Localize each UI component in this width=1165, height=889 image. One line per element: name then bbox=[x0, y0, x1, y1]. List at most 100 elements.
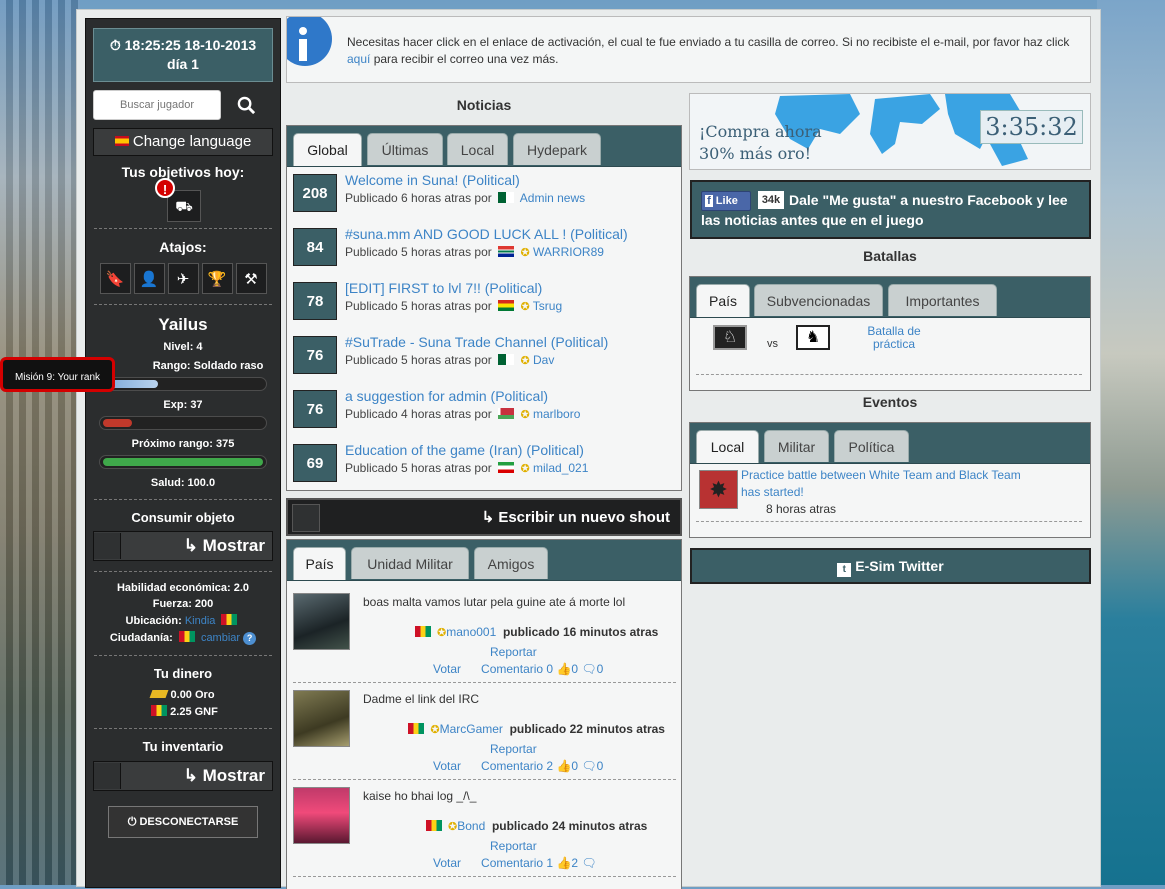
search-input[interactable] bbox=[93, 90, 221, 120]
news-published: Publicado 5 horas atras por bbox=[345, 245, 492, 259]
tab-friends[interactable]: Amigos bbox=[474, 547, 548, 579]
speech-bubble-icon[interactable]: 🗨 bbox=[581, 662, 596, 676]
star-icon: ✪ bbox=[448, 821, 458, 833]
news-author-link[interactable]: Dav bbox=[533, 353, 554, 367]
tab-latest[interactable]: Últimas bbox=[367, 133, 443, 165]
news-title-link[interactable]: Education of the game (Iran) (Political) bbox=[345, 442, 584, 458]
news-title-link[interactable]: #suna.mm AND GOOD LUCK ALL ! (Political) bbox=[345, 226, 628, 242]
notice-text: Necesitas hacer click en el enlace de ac… bbox=[347, 34, 1087, 68]
divider bbox=[293, 876, 676, 877]
tab-events-local[interactable]: Local bbox=[696, 430, 759, 463]
change-citizenship-link[interactable]: cambiar bbox=[201, 632, 240, 644]
consume-show-button[interactable]: ↳ Mostrar bbox=[93, 531, 273, 561]
avatar[interactable] bbox=[293, 787, 350, 844]
comment-link[interactable]: Comentario 2 bbox=[481, 759, 553, 773]
objectives-title: Tus objetivos hoy: bbox=[121, 164, 245, 180]
star-icon: ✪ bbox=[520, 247, 530, 259]
bookmark-icon[interactable]: 🔖 bbox=[99, 263, 131, 294]
write-shout-label: Escribir un nuevo shout bbox=[498, 509, 670, 526]
player-exp: Exp: 37 bbox=[163, 399, 203, 411]
shout-message: kaise ho bhai log _/\_ bbox=[363, 789, 477, 803]
user-add-icon[interactable]: 👤 bbox=[133, 263, 165, 294]
tab-events-military[interactable]: Militar bbox=[764, 430, 829, 462]
shout-author-link[interactable]: Bond bbox=[457, 819, 485, 833]
thumbs-up-icon[interactable]: 👍 bbox=[556, 856, 571, 870]
report-link[interactable]: Reportar bbox=[490, 839, 537, 853]
comment-link[interactable]: Comentario 0 bbox=[481, 662, 553, 676]
divider bbox=[94, 304, 272, 305]
news-author-link[interactable]: marlboro bbox=[533, 407, 580, 421]
player-name[interactable]: Yailus bbox=[86, 315, 280, 335]
news-title-link[interactable]: Welcome in Suna! (Political) bbox=[345, 172, 520, 188]
news-meta: Publicado 4 horas atras por ✪ marlboro bbox=[345, 407, 580, 421]
tools-icon[interactable]: ⚒ bbox=[235, 263, 267, 294]
thumbs-up-icon[interactable]: 👍 bbox=[556, 759, 571, 773]
tab-events-politics[interactable]: Política bbox=[834, 430, 909, 462]
thumbs-up-icon[interactable]: 👍 bbox=[556, 662, 571, 676]
vote-link[interactable]: Votar bbox=[433, 856, 461, 870]
arrow-icon: ↳ bbox=[183, 536, 198, 555]
tab-country[interactable]: País bbox=[293, 547, 346, 580]
twitter-button[interactable]: t E-Sim Twitter bbox=[690, 548, 1091, 584]
avatar[interactable] bbox=[293, 690, 350, 747]
tab-hydepark[interactable]: Hydepark bbox=[513, 133, 601, 165]
versus-label: vs bbox=[767, 338, 778, 350]
resend-email-link[interactable]: aquí bbox=[347, 52, 370, 66]
shout-slot bbox=[292, 504, 320, 532]
write-shout-button[interactable]: ↳ Escribir un nuevo shout bbox=[286, 498, 682, 536]
speech-bubble-icon[interactable]: 🗨 bbox=[581, 856, 596, 870]
tab-subsidized[interactable]: Subvencionadas bbox=[754, 284, 883, 316]
news-title-link[interactable]: [EDIT] FIRST to lvl 7!! (Political) bbox=[345, 280, 542, 296]
background-left bbox=[0, 0, 80, 885]
inventory-show-button[interactable]: ↳ Mostrar bbox=[93, 761, 273, 791]
news-author-link[interactable]: Admin news bbox=[520, 191, 585, 205]
logout-button[interactable]: ⏻ DESCONECTARSE bbox=[108, 806, 258, 838]
practice-battle-link[interactable]: Batalla de práctica bbox=[855, 325, 933, 351]
report-link[interactable]: Reportar bbox=[490, 742, 537, 756]
guinea-flag-icon bbox=[178, 631, 195, 642]
facebook-box: f Like 34k Dale "Me gusta" a nuestro Fac… bbox=[690, 180, 1091, 239]
divider bbox=[94, 499, 272, 500]
vote-link[interactable]: Votar bbox=[433, 662, 461, 676]
search-button[interactable] bbox=[221, 90, 271, 120]
change-language-button[interactable]: Change language bbox=[93, 128, 273, 156]
help-icon[interactable]: ? bbox=[243, 632, 257, 645]
news-title-link[interactable]: a suggestion for admin (Political) bbox=[345, 388, 548, 404]
news-author-link[interactable]: milad_021 bbox=[533, 461, 588, 475]
shoutbox-tabs: País Unidad Militar Amigos bbox=[287, 540, 681, 581]
avatar[interactable] bbox=[293, 593, 350, 650]
news-author-link[interactable]: WARRIOR89 bbox=[533, 245, 604, 259]
news-title-link[interactable]: #SuTrade - Suna Trade Channel (Political… bbox=[345, 334, 608, 350]
tab-important[interactable]: Importantes bbox=[888, 284, 997, 316]
star-icon: ✪ bbox=[520, 301, 530, 313]
tab-military-unit[interactable]: Unidad Militar bbox=[351, 547, 469, 579]
tab-battles-country[interactable]: País bbox=[696, 284, 750, 317]
guinea-flag-icon bbox=[425, 820, 442, 831]
event-text[interactable]: Practice battle between White Team and B… bbox=[741, 467, 1021, 501]
promo-timer: 3:35:32 bbox=[980, 110, 1083, 144]
shout-author-link[interactable]: MarcGamer bbox=[440, 722, 503, 736]
mission-tooltip: Misión 9: Your rank bbox=[0, 357, 115, 392]
mission-tooltip-text: Misión 9: Your rank bbox=[14, 372, 101, 383]
battles-title: Batallas bbox=[863, 248, 917, 264]
shout-author-link[interactable]: mano001 bbox=[446, 625, 496, 639]
news-author-link[interactable]: Tsrug bbox=[533, 299, 562, 313]
location-link[interactable]: Kindia bbox=[185, 615, 216, 627]
buy-gold-banner[interactable]: ¡Compra ahora 30% más oro! 3:35:32 bbox=[689, 93, 1091, 170]
tab-local[interactable]: Local bbox=[447, 133, 508, 165]
comment-link[interactable]: Comentario 1 bbox=[481, 856, 553, 870]
speech-bubble-icon[interactable]: 🗨 bbox=[581, 759, 596, 773]
strength: Fuerza: 200 bbox=[152, 598, 214, 610]
report-link[interactable]: Reportar bbox=[490, 645, 537, 659]
country-flag-icon bbox=[498, 462, 515, 473]
vote-link[interactable]: Votar bbox=[433, 759, 461, 773]
player-rank: Rango: Soldado raso bbox=[152, 360, 264, 372]
promo-line1: ¡Compra ahora bbox=[699, 122, 822, 141]
trophy-icon[interactable]: 🏆 bbox=[201, 263, 233, 294]
shout-actions: Votar Comentario 0 👍0 🗨0 bbox=[433, 662, 603, 676]
player-health: Salud: 100.0 bbox=[150, 477, 216, 489]
objective-item[interactable]: ⛟ ! bbox=[155, 178, 201, 222]
tab-global[interactable]: Global bbox=[293, 133, 362, 166]
news-title: Noticias bbox=[456, 97, 512, 113]
plane-icon[interactable]: ✈ bbox=[167, 263, 199, 294]
